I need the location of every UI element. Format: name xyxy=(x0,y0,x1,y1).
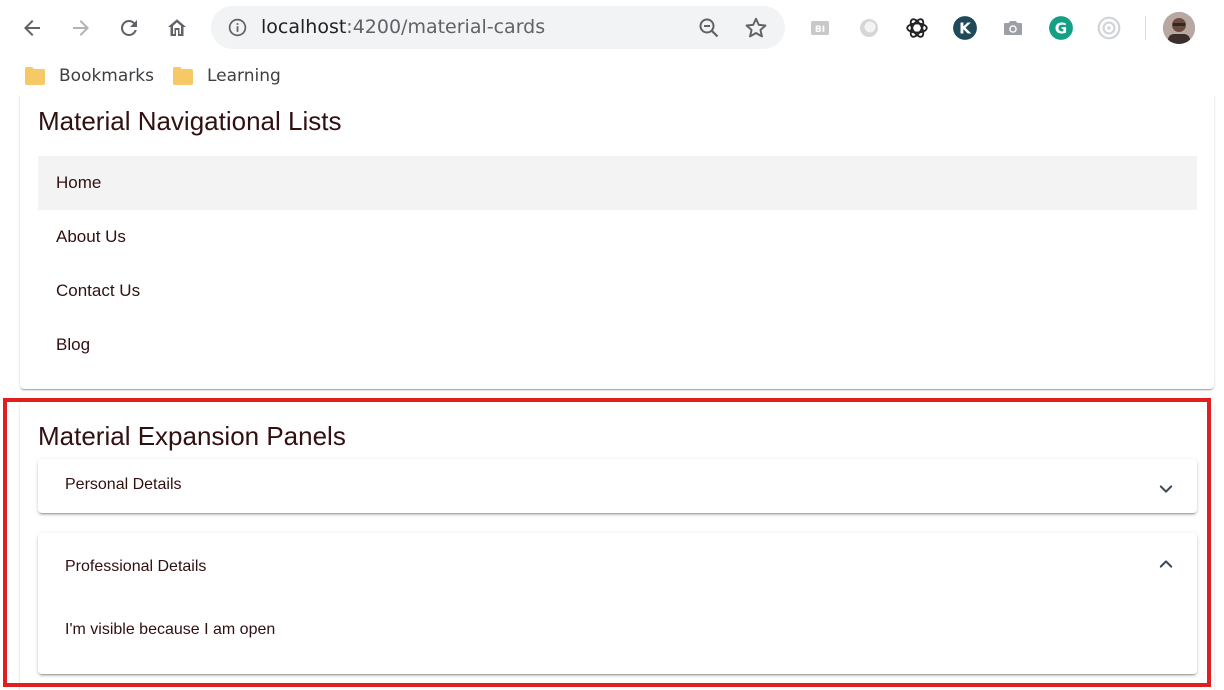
nav-item-blog[interactable]: Blog xyxy=(38,318,1197,372)
back-button[interactable] xyxy=(16,12,48,44)
nav-item-label: Home xyxy=(56,173,102,192)
expansion-card-title: Material Expansion Panels xyxy=(38,421,346,451)
bookmark-folder-bookmarks[interactable]: Bookmarks xyxy=(24,63,154,89)
bookmark-star-icon[interactable] xyxy=(743,15,769,41)
svg-text:BI: BI xyxy=(815,25,825,35)
k-extension[interactable]: K xyxy=(951,14,979,42)
circle-extension[interactable] xyxy=(855,14,883,42)
panel-header-personal[interactable]: Personal Details xyxy=(38,459,1197,513)
folder-icon xyxy=(25,67,45,85)
nav-item-about-us[interactable]: About Us xyxy=(38,210,1197,264)
folder-icon xyxy=(173,67,193,85)
panel-header-professional[interactable]: Professional Details xyxy=(38,533,1197,599)
grammarly-extension[interactable]: G xyxy=(1047,14,1075,42)
toolbar-divider xyxy=(1145,16,1146,40)
svg-text:K: K xyxy=(959,19,972,37)
forward-arrow-icon xyxy=(73,20,89,36)
address-bar[interactable]: localhost:4200/material-cards xyxy=(211,6,785,49)
expansion-panels-card: Material Expansion Panels Personal Detai… xyxy=(20,401,1214,690)
home-icon xyxy=(168,19,186,36)
openai-extension[interactable] xyxy=(903,14,931,42)
nav-list: Home About Us Contact Us Blog xyxy=(38,156,1197,372)
zoom-out-icon[interactable] xyxy=(697,16,721,40)
profile-photo-icon xyxy=(1163,12,1195,44)
nav-list-card: Material Navigational Lists Home About U… xyxy=(20,96,1214,389)
bookmarks-bar: Bookmarks Learning xyxy=(0,56,1224,96)
nav-item-home[interactable]: Home xyxy=(38,156,1197,210)
panel-title: Professional Details xyxy=(65,558,207,575)
browser-toolbar: localhost:4200/material-cards BI K G xyxy=(0,0,1224,56)
expansion-panel-professional: Professional Details I'm visible because… xyxy=(38,533,1197,674)
camera-extension-icon xyxy=(1004,21,1022,35)
nav-card-title: Material Navigational Lists xyxy=(38,106,342,136)
panel-body-text: I'm visible because I am open xyxy=(65,621,276,638)
back-arrow-icon xyxy=(24,20,40,36)
nav-item-label: Blog xyxy=(56,335,91,354)
nav-item-contact-us[interactable]: Contact Us xyxy=(38,264,1197,318)
reload-button[interactable] xyxy=(113,12,145,44)
profile-avatar[interactable] xyxy=(1163,12,1195,44)
chevron-up-icon xyxy=(1159,560,1173,568)
grammarly-extension-icon: G xyxy=(1049,16,1073,40)
target-extension-icon xyxy=(1097,16,1121,40)
nav-item-label: About Us xyxy=(56,227,126,246)
k-extension-icon: K xyxy=(953,16,977,40)
info-icon[interactable] xyxy=(227,17,248,38)
panel-title: Personal Details xyxy=(65,476,182,493)
url-text[interactable]: localhost:4200/material-cards xyxy=(261,16,545,38)
bookmark-label: Bookmarks xyxy=(59,66,154,86)
forward-button[interactable] xyxy=(65,12,97,44)
bi-extension[interactable]: BI xyxy=(806,14,834,42)
page-viewport: Material Navigational Lists Home About U… xyxy=(0,96,1224,690)
camera-extension[interactable] xyxy=(999,14,1027,42)
target-extension[interactable] xyxy=(1095,14,1123,42)
reload-icon xyxy=(120,19,137,36)
bi-extension-icon: BI xyxy=(811,21,829,35)
nav-item-label: Contact Us xyxy=(56,281,141,300)
circle-extension-icon xyxy=(860,19,878,37)
chevron-down-icon xyxy=(1159,485,1173,493)
openai-extension-icon xyxy=(906,18,928,38)
url-path: :4200/material-cards xyxy=(346,16,546,38)
url-host: localhost xyxy=(261,16,347,38)
home-button[interactable] xyxy=(161,12,193,44)
bookmark-label: Learning xyxy=(207,66,281,86)
expansion-panel-personal: Personal Details xyxy=(38,459,1197,513)
svg-text:G: G xyxy=(1055,19,1067,37)
bookmark-folder-learning[interactable]: Learning xyxy=(172,63,281,89)
